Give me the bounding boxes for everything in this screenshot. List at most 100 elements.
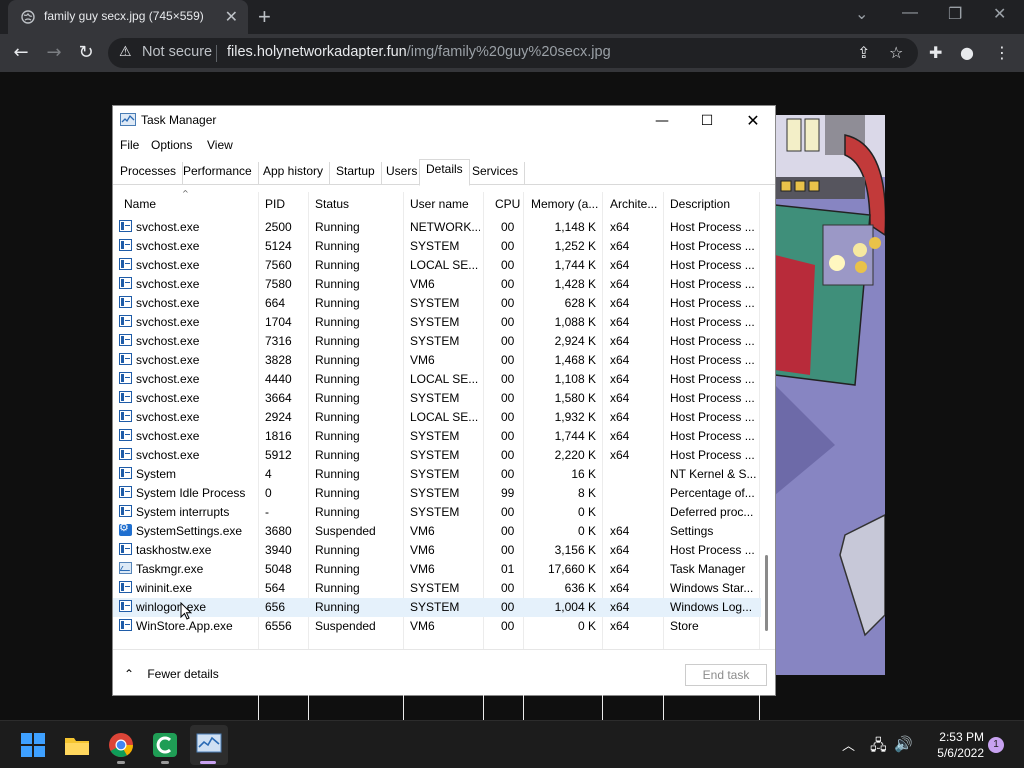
col-header-cpu[interactable]: CPU [495, 197, 520, 211]
tab-details[interactable]: Details [419, 159, 470, 186]
cell-pid: 7316 [265, 334, 292, 348]
tab-app-history[interactable]: App history [257, 162, 331, 185]
show-hidden-icons-chevron-icon[interactable]: ︿ [842, 735, 855, 754]
table-row[interactable]: svchost.exe 5912 Running SYSTEM 00 2,220 K x64… [113, 446, 761, 465]
file-explorer-icon[interactable] [62, 730, 92, 760]
cell-name: SystemSettings.exe [136, 524, 243, 538]
table-row[interactable]: System Idle Process 0 Running SYSTEM 99 8 K Pe… [113, 484, 761, 503]
cell-status: Running [315, 429, 360, 443]
network-icon[interactable]: 🖧 [870, 735, 887, 760]
tab-users[interactable]: Users [380, 162, 425, 185]
tm-close-icon[interactable]: ✕ [742, 110, 764, 132]
warning-triangle-icon[interactable]: ⚠ [119, 43, 132, 60]
forward-arrow-icon[interactable]: → [43, 42, 65, 64]
tab-services[interactable]: Services [466, 162, 526, 185]
fewer-details-toggle[interactable]: ⌃ Fewer details [124, 667, 219, 681]
table-row[interactable]: winlogon.exe 656 Running SYSTEM 00 1,004 K x64… [113, 598, 761, 617]
table-row[interactable]: svchost.exe 7580 Running VM6 00 1,428 K x64 Hos… [113, 275, 761, 294]
table-row[interactable]: svchost.exe 4440 Running LOCAL SE... 00 1,108… [113, 370, 761, 389]
table-row[interactable]: svchost.exe 664 Running SYSTEM 00 628 K x64 Hos… [113, 294, 761, 313]
col-header-description[interactable]: Description [670, 197, 730, 211]
windows-start-icon[interactable] [18, 730, 48, 760]
url-text[interactable]: files.holynetworkadapter.fun/img/family%… [227, 44, 611, 60]
cell-status: Running [315, 353, 360, 367]
col-header-pid[interactable]: PID [265, 197, 285, 211]
task-manager-taskbar-button[interactable] [190, 725, 228, 765]
col-header-memory[interactable]: Memory (a... [531, 197, 598, 211]
cell-status: Suspended [315, 619, 376, 633]
process-list-scrollbar-thumb[interactable] [765, 555, 768, 631]
bookmark-star-icon[interactable]: ☆ [889, 43, 903, 62]
process-icon [119, 505, 132, 517]
table-row[interactable]: taskhostw.exe 3940 Running VM6 00 3,156 K x64 H… [113, 541, 761, 560]
share-icon[interactable]: ⇪ [857, 43, 870, 62]
col-header-user-name[interactable]: User name [410, 197, 469, 211]
cell-mem: 16 K [571, 467, 596, 481]
close-window-icon[interactable]: ✕ [993, 4, 1006, 24]
reload-icon[interactable]: ↻ [75, 42, 97, 64]
tm-minimize-icon[interactable]: — [651, 110, 673, 132]
ccleaner-icon[interactable] [150, 730, 180, 760]
table-row[interactable]: svchost.exe 3664 Running SYSTEM 00 1,580 K x64… [113, 389, 761, 408]
col-header-architecture[interactable]: Archite... [610, 197, 657, 211]
cell-name: svchost.exe [136, 410, 200, 424]
end-task-button[interactable]: End task [685, 664, 767, 686]
settings-gear-icon [119, 524, 132, 536]
table-row[interactable]: svchost.exe 7560 Running LOCAL SE... 00 1,744… [113, 256, 761, 275]
table-row[interactable]: svchost.exe 1704 Running SYSTEM 00 1,088 K x64… [113, 313, 761, 332]
address-bar[interactable]: ⚠ Not secure files.holynetworkadapter.fu… [108, 38, 918, 68]
extensions-puzzle-icon[interactable]: ✚ [929, 43, 942, 62]
task-manager-app-icon [120, 113, 136, 126]
col-header-name[interactable]: Name [124, 197, 156, 211]
table-row[interactable]: svchost.exe 1816 Running SYSTEM 00 1,744 K x64… [113, 427, 761, 446]
table-row[interactable]: Taskmgr.exe 5048 Running VM6 01 17,660 K x64 Ta… [113, 560, 761, 579]
menu-kebab-icon[interactable]: ⋮ [994, 43, 1010, 62]
security-label[interactable]: Not secure [142, 44, 212, 60]
col-header-status[interactable]: Status [315, 197, 349, 211]
table-row[interactable]: System 4 Running SYSTEM 00 16 K NT Kernel & S.… [113, 465, 761, 484]
process-icon [119, 277, 132, 289]
table-row[interactable]: svchost.exe 2500 Running NETWORK... 00 1,148 … [113, 218, 761, 237]
process-icon [119, 239, 132, 251]
cell-name: System Idle Process [136, 486, 246, 500]
restore-icon[interactable]: ❐ [948, 4, 962, 24]
tab-processes[interactable]: Processes [114, 162, 184, 185]
table-row[interactable]: SystemSettings.exe 3680 Suspended VM6 00 0 K x… [113, 522, 761, 541]
task-manager-titlebar[interactable]: Task Manager — ☐ ✕ [113, 106, 775, 135]
cell-name: svchost.exe [136, 220, 200, 234]
back-arrow-icon[interactable]: ← [10, 42, 32, 64]
tab-startup[interactable]: Startup [330, 162, 382, 185]
browser-tab[interactable]: family guy secx.jpg (745×559) ✕ [8, 0, 248, 34]
notification-badge[interactable]: 1 [988, 737, 1004, 753]
table-row[interactable]: WinStore.App.exe 6556 Suspended VM6 00 0 K x64… [113, 617, 761, 636]
minimize-icon[interactable]: — [902, 4, 918, 22]
process-icon [119, 334, 132, 346]
cartoon-image [775, 115, 885, 675]
table-row[interactable]: svchost.exe 3828 Running VM6 00 1,468 K x64 Hos… [113, 351, 761, 370]
menu-view[interactable]: View [207, 138, 233, 152]
tab-performance[interactable]: Performance [177, 162, 259, 185]
cell-desc: Host Process ... [670, 372, 755, 386]
cell-status: Running [315, 296, 360, 310]
menu-options[interactable]: Options [151, 138, 192, 152]
tm-maximize-icon[interactable]: ☐ [696, 110, 718, 132]
cell-name: WinStore.App.exe [136, 619, 233, 633]
process-icon [119, 486, 132, 498]
tab-search-chevron-icon[interactable]: ⌄ [855, 4, 868, 24]
tab-close-icon[interactable]: ✕ [225, 7, 238, 27]
cell-desc: Store [670, 619, 699, 633]
cell-pid: 3680 [265, 524, 292, 538]
system-clock[interactable]: 2:53 PM 5/6/2022 [920, 729, 984, 761]
table-row[interactable]: System interrupts - Running SYSTEM 00 0 K Defe… [113, 503, 761, 522]
table-row[interactable]: svchost.exe 2924 Running LOCAL SE... 00 1,932… [113, 408, 761, 427]
profile-avatar-icon[interactable]: ● [960, 43, 974, 62]
table-row[interactable]: svchost.exe 5124 Running SYSTEM 00 1,252 K x64… [113, 237, 761, 256]
cell-status: Running [315, 391, 360, 405]
cell-cpu: 00 [501, 258, 515, 272]
new-tab-plus-icon[interactable]: + [258, 4, 271, 30]
volume-icon[interactable]: 🔊 [894, 735, 913, 753]
table-row[interactable]: wininit.exe 564 Running SYSTEM 00 636 K x64 Win… [113, 579, 761, 598]
menu-file[interactable]: File [120, 138, 139, 152]
table-row[interactable]: svchost.exe 7316 Running SYSTEM 00 2,924 K x64… [113, 332, 761, 351]
chrome-icon[interactable] [106, 730, 136, 760]
